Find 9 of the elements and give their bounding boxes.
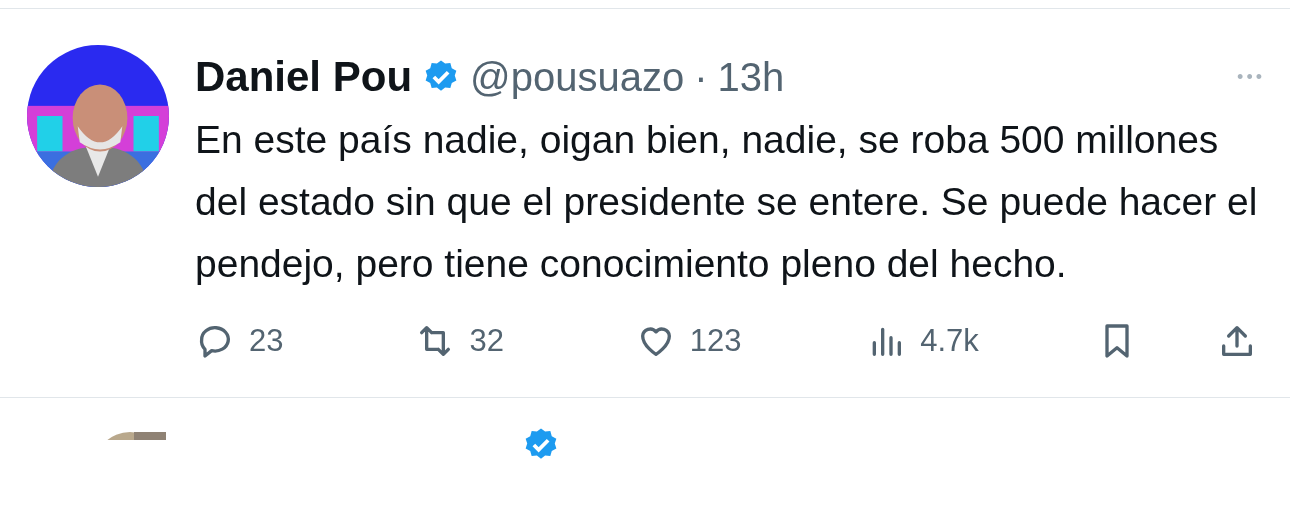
separator-dot: · — [694, 54, 708, 100]
author-name[interactable]: Daniel Pou — [195, 53, 413, 101]
post-text: En este país nadie, oigan bien, nadie, se roba 500 millones del estado sin que el presidente se entere. Se puede hacer el pendejo, pero tiene conocimiento pleno del hecho. — [195, 117, 1259, 287]
like-button[interactable]: 123 — [635, 321, 786, 361]
retweet-button[interactable]: 32 — [415, 321, 556, 361]
author-handle[interactable]: @pousuazo — [470, 54, 685, 100]
post-time[interactable]: 13h — [717, 54, 785, 100]
views-button[interactable]: 4.7k — [866, 321, 1017, 361]
reply-button[interactable]: 23 — [195, 321, 335, 361]
